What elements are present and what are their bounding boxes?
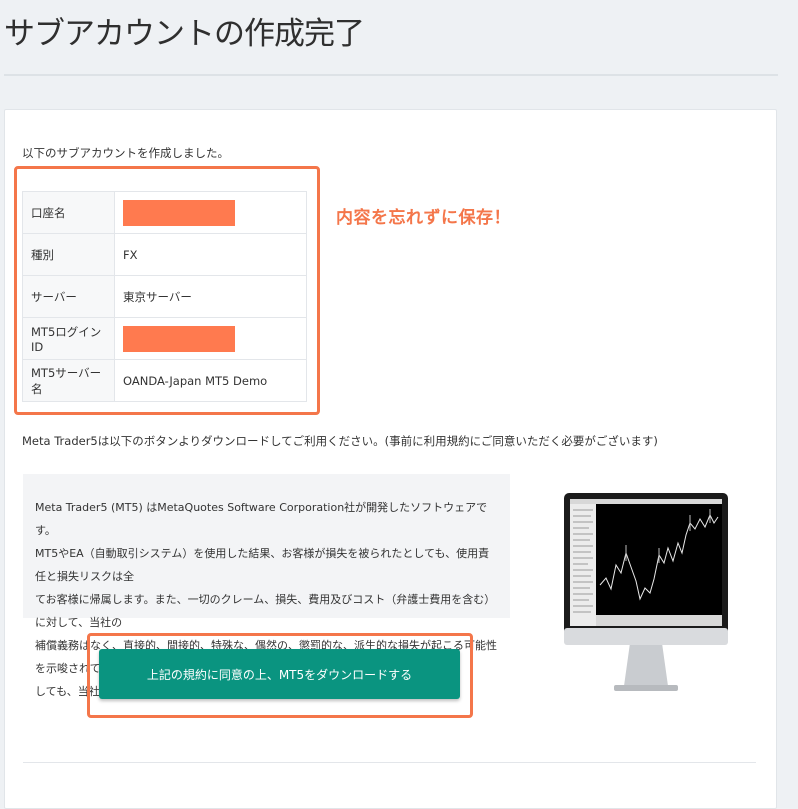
download-mt5-button[interactable]: 上記の規約に同意の上、MT5をダウンロードする [99, 649, 460, 699]
disclaimer-box: Meta Trader5 (MT5) はMetaQuotes Software … [23, 474, 510, 698]
row-value: FX [114, 233, 307, 276]
disclaimer-line: MT5やEA（自動取引システム）を使用した結果、お客様が損失を被られたとしても、… [35, 547, 490, 583]
row-label: 口座名 [22, 191, 115, 234]
bottom-divider [23, 762, 756, 763]
account-info-table: 口座名 種別 FX サーバー 東京サーバー MT5ログインID MT5サーバー名… [22, 191, 307, 402]
disclaimer-line: Meta Trader5 (MT5) はMetaQuotes Software … [35, 501, 488, 537]
table-row: MT5ログインID [22, 317, 307, 360]
redaction-block [123, 325, 235, 352]
page-title: サブアカウントの作成完了 [4, 16, 365, 52]
table-row: 口座名 [22, 191, 307, 234]
table-row: MT5サーバー名 OANDA-Japan MT5 Demo [22, 359, 307, 402]
mt5-download-note: Meta Trader5は以下のボタンよりダウンロードしてご利用ください。(事前… [22, 434, 658, 448]
row-label: 種別 [22, 233, 115, 276]
row-label: MT5サーバー名 [22, 359, 115, 402]
intro-text: 以下のサブアカウントを作成しました。 [22, 146, 229, 160]
row-label: MT5ログインID [22, 317, 115, 360]
row-value [114, 317, 307, 360]
row-value: OANDA-Japan MT5 Demo [114, 359, 307, 402]
title-divider [4, 74, 778, 76]
monitor-illustration-icon [564, 493, 728, 691]
redaction-block [123, 199, 235, 226]
save-reminder-callout: 内容を忘れずに保存！ [336, 208, 511, 228]
table-row: サーバー 東京サーバー [22, 275, 307, 318]
row-value [114, 191, 307, 234]
row-value: 東京サーバー [114, 275, 307, 318]
row-label: サーバー [22, 275, 115, 318]
disclaimer-line: てお客様に帰属します。また、一切のクレーム、損失、費用及びコスト（弁護士費用を含… [35, 593, 496, 629]
table-row: 種別 FX [22, 233, 307, 276]
